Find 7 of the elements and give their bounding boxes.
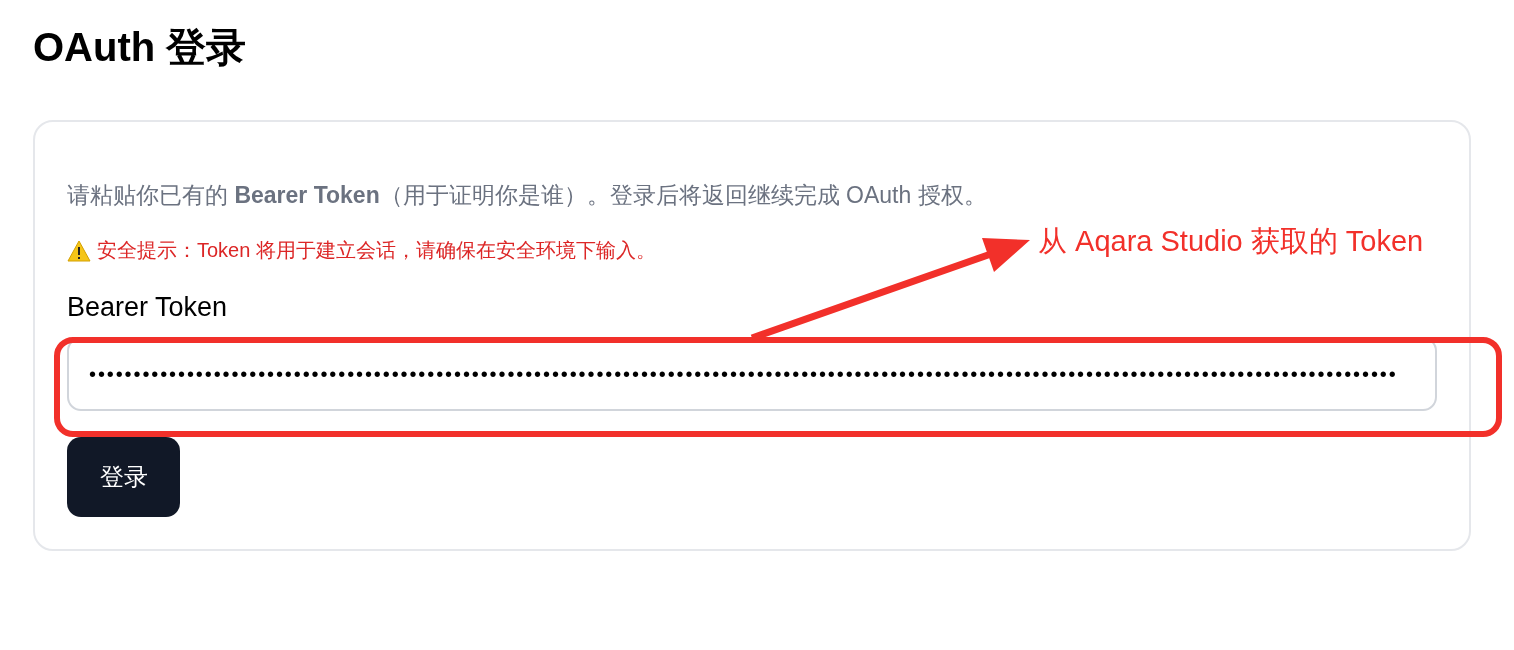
- annotation-text: 从 Aqara Studio 获取的 Token: [1038, 224, 1424, 259]
- warning-icon: [67, 239, 91, 262]
- login-button[interactable]: 登录: [67, 437, 180, 517]
- instructions-text: 请粘贴你已有的 Bearer Token（用于证明你是谁）。登录后将返回继续完成 OAuth 授权。: [67, 181, 987, 210]
- page-title: OAuth 登录: [33, 24, 248, 71]
- security-warning: 安全提示：Token 将用于建立会话，请确保在安全环境下输入。: [97, 238, 656, 263]
- field-label: Bearer Token: [67, 292, 228, 323]
